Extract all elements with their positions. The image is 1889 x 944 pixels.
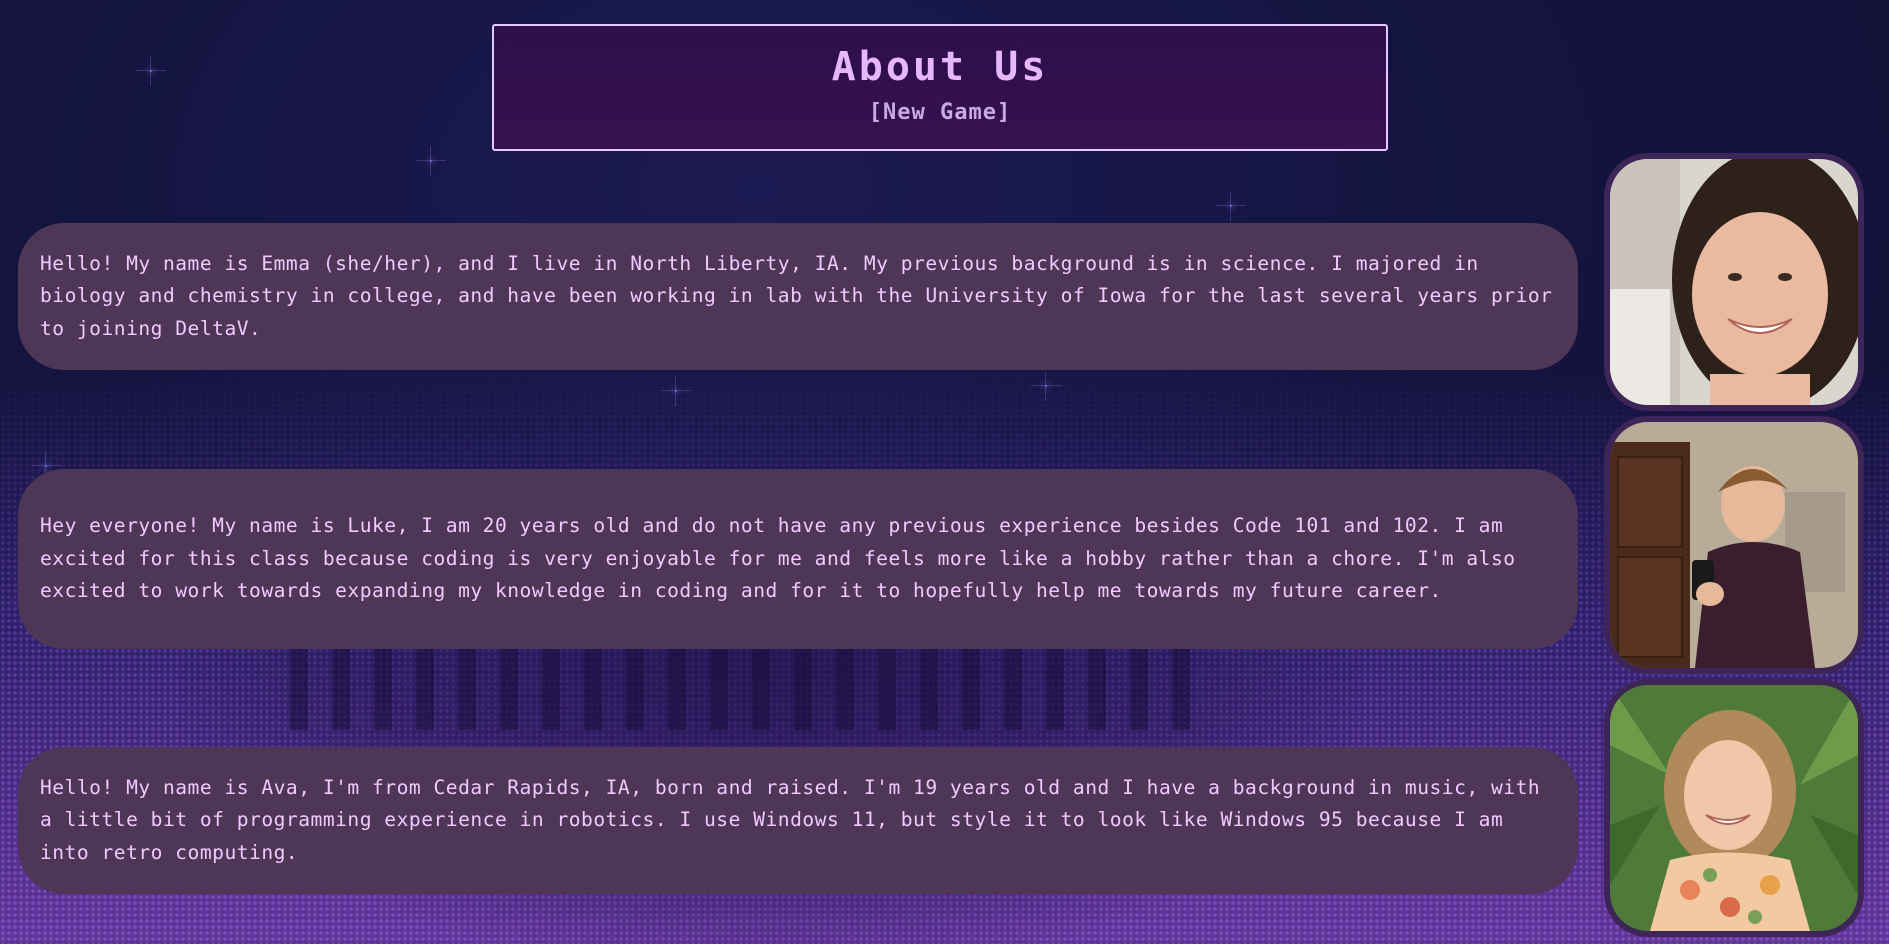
sparkle-icon [1031,371,1061,401]
bio-card-luke: Hey everyone! My name is Luke, I am 20 y… [18,469,1578,649]
header-panel: About Us [New Game] [492,24,1388,151]
bio-card-ava: Hello! My name is Ava, I'm from Cedar Ra… [18,747,1578,894]
bio-text: Hello! My name is Emma (she/her), and I … [40,251,1553,340]
sparkle-icon [416,146,446,176]
bio-text: Hey everyone! My name is Luke, I am 20 y… [40,514,1516,603]
bio-card-emma: Hello! My name is Emma (she/her), and I … [18,223,1578,370]
portrait-luke-icon [1610,422,1858,668]
photo-luke [1604,416,1864,674]
bio-text: Hello! My name is Ava, I'm from Cedar Ra… [40,775,1541,864]
page-title: About Us [831,44,1049,90]
sparkle-icon [31,451,61,481]
photo-ava [1604,679,1864,937]
sparkle-icon [661,376,691,406]
sparkle-icon [1216,191,1246,221]
portrait-emma-icon [1610,159,1858,405]
photo-emma [1604,153,1864,411]
portrait-ava-icon [1610,685,1858,931]
sparkle-icon [136,56,166,86]
background-columns [290,640,1210,750]
page-subtitle: [New Game] [868,100,1012,125]
